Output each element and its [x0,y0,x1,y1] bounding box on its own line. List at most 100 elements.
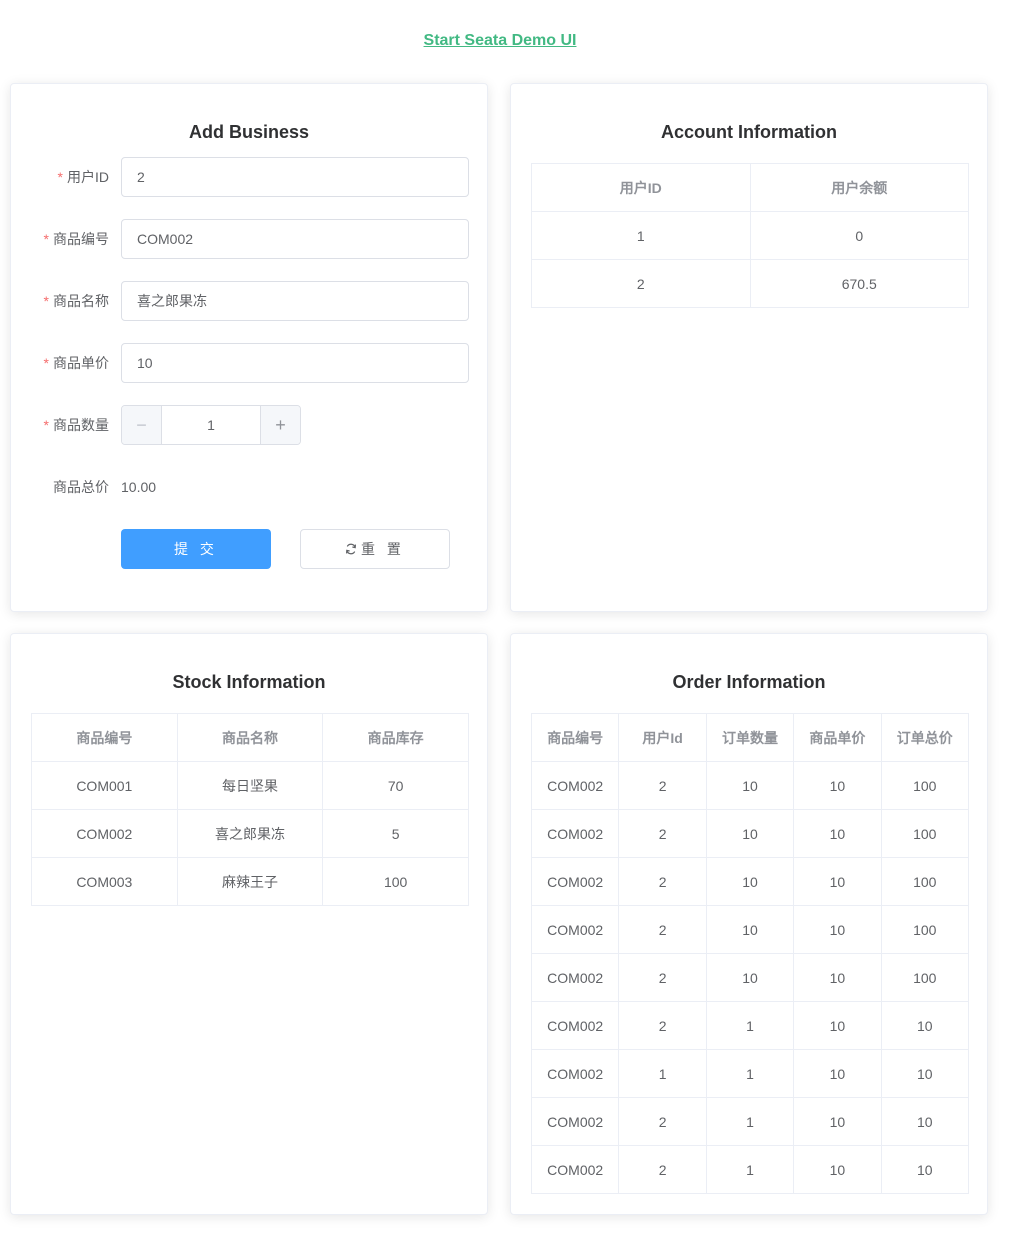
add-business-title: Add Business [188,122,310,142]
table-cell: 1 [705,1145,795,1194]
form-row-name: * 商品名称 [11,281,489,321]
refresh-icon [346,543,357,555]
column-header[interactable]: 用户余额 [749,163,969,212]
decrease-button[interactable]: − [122,406,162,444]
add-business-card: Add Business *用户ID *商品编号 *商品名称 *商品单价 *商品… [10,83,488,612]
commodity-code-label: * 商品编号 [43,231,109,247]
quantity-value[interactable]: 1 [163,406,259,444]
table-cell: COM002 [31,809,178,858]
table-cell: 10 [793,905,882,954]
table-cell: 10 [793,809,882,858]
table-cell: 1 [705,1097,795,1146]
start-demo-link[interactable]: Start Seata Demo UI [424,32,577,49]
table-row: COM002 2 1 10 10 [530,1001,970,1050]
commodity-name-input[interactable] [121,281,469,321]
form-row-total: 商品总价 10.00 [11,467,489,507]
table-cell: COM002 [530,1097,620,1146]
column-header[interactable]: 商品编号 [31,713,178,762]
increase-button[interactable]: + [260,406,300,444]
price-input[interactable] [121,343,469,383]
total-label: 商品总价 [53,479,109,495]
table-cell: 10 [880,1049,970,1098]
table-row: COM002 喜之郎果冻 5 [31,809,469,858]
table-cell: 1 [705,1049,795,1098]
table-cell: 10 [705,857,795,906]
form-row-user-id: * 用户ID [11,157,489,197]
table-cell: 0 [749,211,969,260]
table-cell: 5 [322,809,469,858]
stock-header-row: 商品编号 商品名称 商品库存 [31,713,469,762]
column-header[interactable]: 商品库存 [322,713,469,762]
table-cell: 10 [793,761,882,810]
form-actions: 提 交 重 置 [11,529,489,569]
header: Start Seata Demo UI [0,32,1000,50]
table-cell: 10 [793,1145,882,1194]
commodity-name-label: * 商品名称 [43,293,109,309]
quantity-stepper[interactable]: − 1 + [121,405,301,445]
table-cell: 10 [705,905,795,954]
form-row-count: * 商品数量 − 1 + [11,405,489,445]
table-cell: 100 [880,857,970,906]
account-header-row: 用户ID 用户余额 [531,163,969,212]
table-cell: 10 [705,761,795,810]
column-header[interactable]: 订单总价 [880,713,970,762]
table-row: COM002 2 10 10 100 [530,905,970,954]
table-cell: COM002 [530,953,620,1002]
table-cell: COM001 [31,761,178,810]
reset-button-label: 重 置 [361,541,405,557]
table-cell: 1 [705,1001,795,1050]
table-cell: COM003 [31,857,178,906]
stock-title: Stock Information [172,672,326,692]
table-row: COM002 2 1 10 10 [530,1145,970,1194]
account-card: Account Information 用户ID 用户余额 1 0 2 670.… [510,83,988,612]
column-header[interactable]: 用户ID [531,163,751,212]
table-cell: 2 [618,905,707,954]
table-cell: 1 [618,1049,707,1098]
table-cell: 2 [618,761,707,810]
order-title: Order Information [672,672,826,692]
column-header[interactable]: 用户Id [618,713,707,762]
table-cell: 10 [705,809,795,858]
table-cell: 2 [618,1001,707,1050]
table-cell: 10 [705,953,795,1002]
table-cell: 2 [618,1145,707,1194]
table-row: COM002 2 10 10 100 [530,809,970,858]
commodity-code-input[interactable] [121,219,469,259]
column-header[interactable]: 订单数量 [705,713,795,762]
table-cell: COM002 [530,1145,620,1194]
table-cell: 10 [880,1145,970,1194]
order-header-row: 商品编号 用户Id 订单数量 商品单价 订单总价 [530,713,970,762]
table-cell: 2 [618,953,707,1002]
table-cell: 喜之郎果冻 [176,809,324,858]
table-cell: COM002 [530,905,620,954]
table-row: 2 670.5 [531,259,969,308]
table-row: COM002 1 1 10 10 [530,1049,970,1098]
table-cell: 670.5 [749,259,969,308]
user-id-input[interactable] [121,157,469,197]
column-header[interactable]: 商品单价 [793,713,882,762]
table-cell: COM002 [530,857,620,906]
table-cell: 每日坚果 [176,761,324,810]
table-row: COM002 2 10 10 100 [530,857,970,906]
reset-button[interactable]: 重 置 [300,529,450,569]
table-cell: 100 [880,761,970,810]
order-table: 商品编号 用户Id 订单数量 商品单价 订单总价 COM002 2 10 10 … [530,713,970,1194]
column-header[interactable]: 商品编号 [530,713,620,762]
form-row-commodity-code: * 商品编号 [11,219,489,259]
table-cell: 10 [793,1001,882,1050]
table-cell: 2 [618,857,707,906]
account-table: 用户ID 用户余额 1 0 2 670.5 [531,163,969,308]
table-cell: 10 [793,953,882,1002]
submit-button[interactable]: 提 交 [121,529,271,569]
count-label: * 商品数量 [43,417,109,433]
table-cell: 100 [880,905,970,954]
table-cell: 100 [880,953,970,1002]
table-cell: 2 [618,809,707,858]
table-row: COM002 2 10 10 100 [530,953,970,1002]
table-cell: 10 [880,1097,970,1146]
table-cell: COM002 [530,1049,620,1098]
table-cell: 10 [880,1001,970,1050]
form-row-price: * 商品单价 [11,343,489,383]
order-card: Order Information 商品编号 用户Id 订单数量 商品单价 订单… [510,633,988,1215]
column-header[interactable]: 商品名称 [176,713,324,762]
